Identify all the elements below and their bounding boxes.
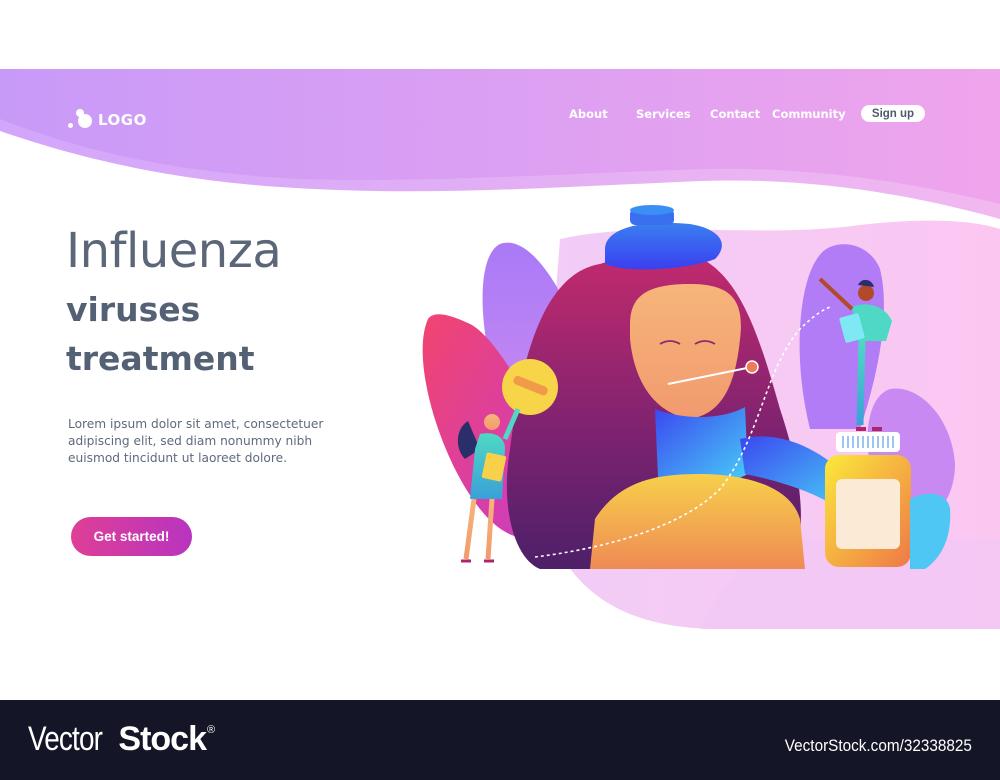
- nav-contact[interactable]: Contact: [710, 107, 760, 121]
- brand-bold: Stock: [118, 720, 207, 758]
- hero-title-line3: treatment: [66, 339, 255, 378]
- hero-title-line1: Influenza: [66, 223, 282, 279]
- watermark-footer: Vector Stock ® VectorStock.com/32338825: [0, 700, 1000, 780]
- vectorstock-logo: Vector Stock ®: [28, 720, 215, 759]
- landing-page: LOGO About Services Contact Community Si…: [0, 69, 1000, 699]
- registered-mark: ®: [206, 724, 215, 736]
- hero-description: Lorem ipsum dolor sit amet, consectetuer…: [68, 417, 324, 465]
- nav-services[interactable]: Services: [636, 107, 691, 121]
- get-started-button[interactable]: Get started!: [71, 517, 192, 556]
- nav-about[interactable]: About: [569, 107, 608, 121]
- brand-light: Vector: [28, 720, 103, 758]
- background-illustration: [0, 69, 1000, 629]
- main-nav: About Services Contact Community Sign up: [0, 105, 1000, 127]
- signup-button[interactable]: Sign up: [861, 105, 925, 122]
- hero-title-line2: viruses: [66, 290, 201, 329]
- stock-id: VectorStock.com/32338825: [784, 736, 972, 755]
- scarf: [655, 407, 748, 486]
- nav-community[interactable]: Community: [772, 107, 846, 121]
